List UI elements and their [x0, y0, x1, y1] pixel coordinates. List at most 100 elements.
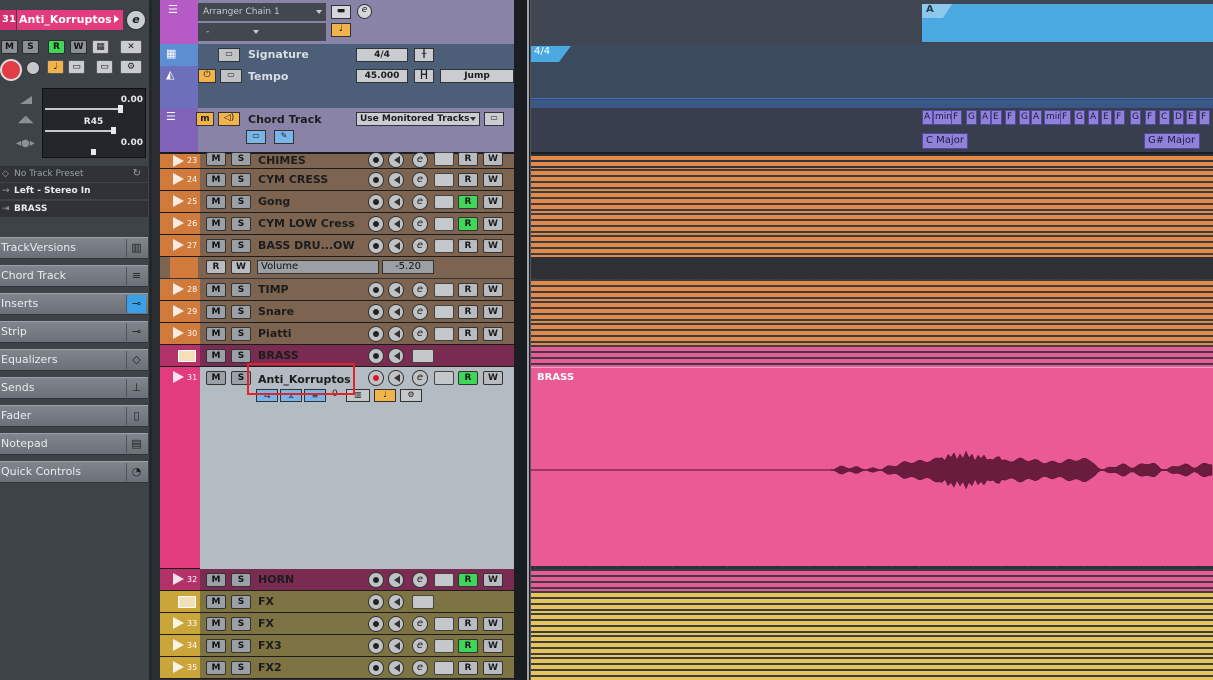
midi-part[interactable] — [531, 649, 1213, 653]
record-enable-icon[interactable] — [368, 638, 384, 654]
lock-icon[interactable] — [434, 617, 454, 631]
chord-event[interactable]: A — [922, 110, 933, 125]
write-button[interactable]: W — [483, 217, 503, 231]
tempo-power-icon[interactable]: ⏻ — [198, 69, 216, 83]
midi-part[interactable] — [531, 221, 1213, 225]
chord-event[interactable]: G — [966, 110, 977, 125]
pan-handle[interactable] — [111, 127, 116, 134]
solo-button[interactable]: S — [231, 639, 251, 653]
midi-part[interactable] — [531, 347, 1213, 351]
write-button[interactable]: W — [483, 152, 503, 166]
section-quick-controls[interactable]: Quick Controls ◔ — [0, 461, 148, 483]
edit-instrument-icon[interactable]: e — [412, 152, 428, 168]
arranger-e-icon[interactable]: e — [357, 4, 372, 19]
edit-instrument-icon[interactable]: e — [412, 216, 428, 232]
chord-lock-icon[interactable]: ▭ — [484, 112, 504, 126]
write-button[interactable]: W — [483, 283, 503, 297]
write-button[interactable]: W — [483, 173, 503, 187]
chord-event[interactable]: E — [1186, 110, 1197, 125]
midi-part[interactable] — [531, 671, 1213, 675]
lock-icon[interactable] — [434, 195, 454, 209]
section-inserts[interactable]: Inserts ⊸ — [0, 293, 148, 315]
read-button[interactable]: R — [458, 217, 478, 231]
scale-event[interactable]: C Major — [922, 133, 968, 149]
mute-button[interactable]: M — [206, 661, 226, 675]
monitor-icon[interactable] — [388, 282, 404, 298]
track-name[interactable]: BRASS — [258, 349, 299, 362]
chord-event[interactable]: A — [1031, 110, 1042, 125]
track-row[interactable]: 34 M S FX3 e R W — [160, 635, 514, 657]
track-row[interactable]: 23 M S CHIMES e R W — [160, 152, 514, 169]
chord-event[interactable]: F — [1005, 110, 1016, 125]
read-button[interactable]: R — [458, 661, 478, 675]
read-button[interactable]: R — [458, 371, 478, 385]
midi-part[interactable] — [531, 665, 1213, 669]
track-row[interactable]: M S FX — [160, 591, 514, 613]
midi-part[interactable] — [531, 281, 1213, 285]
section-trackversions[interactable]: TrackVersions ▥ — [0, 237, 148, 259]
midi-part[interactable] — [531, 605, 1213, 609]
mute-button[interactable]: M — [206, 305, 226, 319]
edit-instrument-icon[interactable]: e — [412, 660, 428, 676]
midi-part[interactable] — [531, 177, 1213, 181]
midi-part[interactable] — [531, 199, 1213, 203]
track-row[interactable]: 32 M S HORN e R W — [160, 569, 514, 591]
signature-edit-icon[interactable]: ╫ — [414, 48, 434, 62]
lock-icon[interactable]: ▭ — [218, 48, 240, 62]
edit-instrument-icon[interactable]: e — [412, 638, 428, 654]
chord-event[interactable]: A — [1088, 110, 1099, 125]
write-button[interactable]: W — [483, 327, 503, 341]
track-row[interactable]: 25 M S Gong e R W — [160, 191, 514, 213]
record-enable-icon[interactable] — [368, 326, 384, 342]
monitor-icon[interactable] — [388, 638, 404, 654]
chord-event[interactable]: F — [1199, 110, 1210, 125]
midi-part[interactable] — [531, 627, 1213, 631]
track-name[interactable]: BASS DRU...OW — [258, 239, 355, 252]
midi-part[interactable] — [531, 571, 1213, 575]
record-enable-icon[interactable] — [0, 59, 22, 81]
monitor-icon[interactable] — [388, 152, 404, 168]
midi-part[interactable] — [531, 193, 1213, 197]
record-enable-icon[interactable] — [368, 348, 384, 364]
mute-button[interactable]: M — [206, 573, 226, 587]
mute-button[interactable]: M — [206, 217, 226, 231]
monitor-icon[interactable] — [388, 594, 404, 610]
solo-button[interactable]: S — [231, 195, 251, 209]
midi-part[interactable] — [531, 599, 1213, 603]
chord-event[interactable]: F — [1145, 110, 1156, 125]
midi-part[interactable] — [531, 643, 1213, 647]
mute-button[interactable]: M — [206, 639, 226, 653]
chord-event[interactable]: F — [1114, 110, 1125, 125]
lock-icon[interactable] — [434, 217, 454, 231]
edit-instrument-icon[interactable]: e — [412, 282, 428, 298]
chord-mode-select[interactable]: Use Monitored Tracks — [356, 112, 480, 126]
solo-button[interactable]: S — [231, 617, 251, 631]
record-enable-icon[interactable] — [368, 304, 384, 320]
midi-part[interactable] — [531, 331, 1213, 335]
mute-button[interactable]: M — [1, 40, 18, 54]
monitor-icon[interactable] — [388, 660, 404, 676]
edit-instrument-icon[interactable]: e — [412, 172, 428, 188]
read-button[interactable]: R — [458, 239, 478, 253]
solo-button[interactable]: S — [231, 305, 251, 319]
record-enable-icon[interactable] — [368, 616, 384, 632]
chord-event[interactable]: F — [1060, 110, 1071, 125]
chord-event[interactable]: G — [1019, 110, 1030, 125]
lock-icon[interactable] — [434, 661, 454, 675]
read-button[interactable]: R — [458, 305, 478, 319]
signature-value[interactable]: 4/4 — [356, 48, 408, 62]
chord-pencil-icon[interactable]: ✎ — [274, 130, 294, 144]
timebase-icon[interactable]: ♩ — [47, 60, 64, 74]
inspector-track-name[interactable]: Anti_Korruptos — [17, 10, 123, 30]
mute-button[interactable]: M — [206, 595, 226, 609]
solo-button[interactable]: S — [231, 173, 251, 187]
lock-icon[interactable] — [434, 239, 454, 253]
chord-listen-icon[interactable]: ◁) — [218, 112, 240, 126]
monitor-icon[interactable] — [388, 572, 404, 588]
track-row[interactable]: 26 M S CYM LOW Cress e R W — [160, 213, 514, 235]
solo-button[interactable]: S — [231, 349, 251, 363]
solo-button[interactable]: S — [231, 573, 251, 587]
section-equalizers[interactable]: Equalizers ◇ — [0, 349, 148, 371]
record-enable-icon[interactable] — [368, 282, 384, 298]
automation-value[interactable]: -5.20 — [382, 260, 434, 274]
